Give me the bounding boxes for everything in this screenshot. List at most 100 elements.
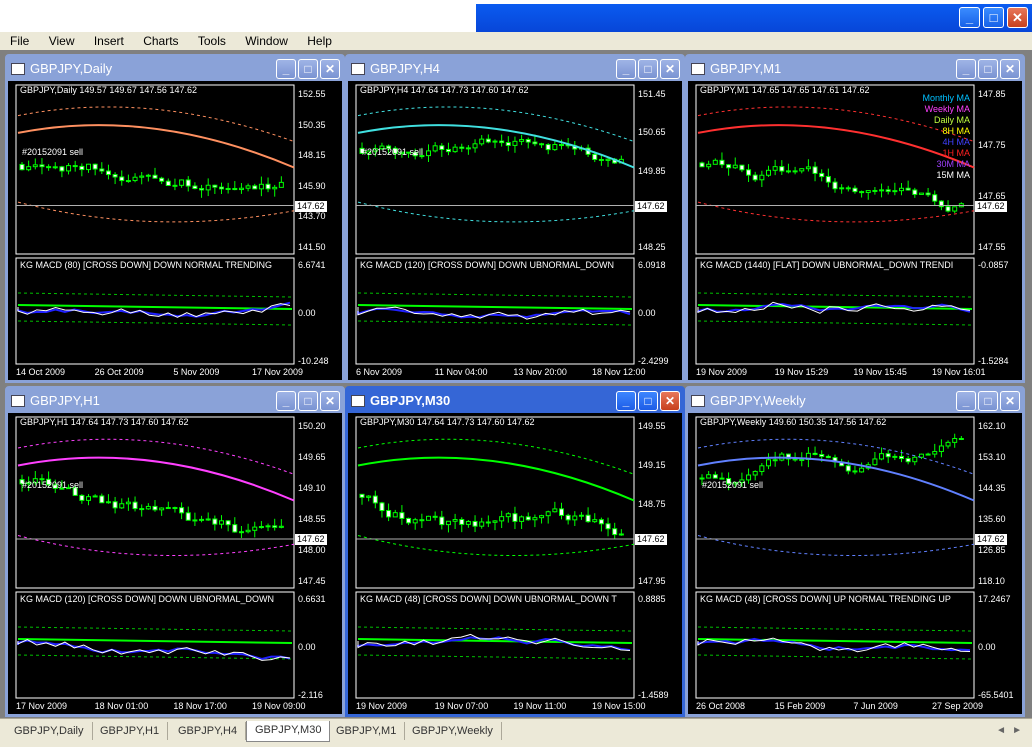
window-maximize-button[interactable]: □	[298, 59, 318, 79]
price-chart[interactable]: GBPJPY,H1 147.64 147.73 147.60 147.62 #20…	[8, 413, 342, 714]
window-titlebar[interactable]: GBPJPY,M1 _ □ ✕	[688, 57, 1022, 81]
app-titlebar	[476, 4, 1032, 32]
current-price-tag: 147.62	[975, 534, 1007, 545]
app-maximize-button[interactable]: □	[983, 7, 1004, 28]
current-price-tag: 147.62	[295, 200, 327, 212]
tab-h1[interactable]: GBPJPY,H1	[92, 722, 169, 740]
window-minimize-button[interactable]: _	[616, 391, 636, 411]
trade-label: #20152091 sell	[702, 480, 764, 490]
price-tick-label: 148.55	[298, 514, 326, 524]
window-close-button[interactable]: ✕	[320, 391, 340, 411]
date-tick-label: 19 Nov 2009	[356, 701, 408, 711]
window-minimize-button[interactable]: _	[276, 391, 296, 411]
price-tick-label: 144.35	[978, 483, 1006, 493]
date-tick-label: 18 Nov 01:00	[94, 701, 149, 711]
chart-header: GBPJPY,M30 147.64 147.73 147.60 147.62	[360, 417, 535, 427]
menu-insert[interactable]: Insert	[84, 32, 130, 49]
chart-window-daily[interactable]: GBPJPY,Daily _ □ ✕ GBPJPY,Daily 149.57 1…	[5, 54, 345, 383]
ma-legend-item: Weekly MA	[924, 104, 970, 114]
macd-tick-label: -65.5401	[978, 690, 1014, 700]
window-maximize-button[interactable]: □	[638, 59, 658, 79]
window-titlebar[interactable]: GBPJPY,H1 _ □ ✕	[8, 389, 342, 413]
date-tick-label: 19 Nov 11:00	[513, 701, 567, 711]
chart-window-h1[interactable]: GBPJPY,H1 _ □ ✕ GBPJPY,H1 147.64 147.73 …	[5, 386, 345, 717]
ma-legend-item: Daily MA	[933, 115, 970, 125]
app-close-button[interactable]: ✕	[1007, 7, 1028, 28]
chart-window-m30[interactable]: GBPJPY,M30 _ □ ✕ GBPJPY,M30 147.64 147.7…	[345, 386, 685, 717]
price-tick-label: 151.45	[638, 89, 666, 99]
macd-label: KG MACD (48) [CROSS DOWN] DOWN UBNORMAL_…	[360, 594, 617, 604]
window-title: GBPJPY,H4	[370, 61, 440, 76]
price-tick-label: 150.35	[298, 119, 326, 130]
date-tick-label: 15 Feb 2009	[774, 701, 826, 711]
price-chart[interactable]: GBPJPY,M1 147.65 147.65 147.61 147.62 KG …	[688, 81, 1022, 380]
chart-window-weekly[interactable]: GBPJPY,Weekly _ □ ✕ GBPJPY,Weekly 149.60…	[685, 386, 1025, 717]
window-minimize-button[interactable]: _	[956, 391, 976, 411]
window-minimize-button[interactable]: _	[956, 59, 976, 79]
tab-scroll-left-icon[interactable]: ◄	[996, 725, 1006, 736]
chart-window-h4[interactable]: GBPJPY,H4 _ □ ✕ GBPJPY,H4 147.64 147.73 …	[345, 54, 685, 383]
tab-m1[interactable]: GBPJPY,M1	[328, 722, 406, 740]
tab-daily[interactable]: GBPJPY,Daily	[6, 722, 93, 740]
current-price-tag: 147.62	[975, 200, 1007, 212]
menu-charts[interactable]: Charts	[133, 32, 184, 49]
macd-label: KG MACD (1440) [FLAT] DOWN UBNORMAL_DOWN…	[700, 260, 954, 270]
price-chart[interactable]: GBPJPY,H4 147.64 147.73 147.60 147.62 #20…	[348, 81, 682, 380]
price-chart[interactable]: GBPJPY,M30 147.64 147.73 147.60 147.62 KG…	[348, 413, 682, 714]
price-tick-label: 147.45	[298, 576, 326, 586]
window-close-button[interactable]: ✕	[660, 391, 680, 411]
window-close-button[interactable]: ✕	[1000, 391, 1020, 411]
date-tick-label: 18 Nov 17:00	[173, 701, 227, 711]
macd-tick-label: 17.2467	[978, 594, 1011, 604]
date-tick-label: 19 Nov 07:00	[434, 701, 489, 711]
price-tick-label: 162.10	[978, 421, 1006, 431]
window-close-button[interactable]: ✕	[320, 59, 340, 79]
window-maximize-button[interactable]: □	[978, 59, 998, 79]
macd-tick-label: 6.6741	[298, 260, 326, 270]
chart-window-m1[interactable]: GBPJPY,M1 _ □ ✕ GBPJPY,M1 147.65 147.65 …	[685, 54, 1025, 383]
price-tick-label: 153.10	[978, 452, 1006, 462]
macd-label: KG MACD (120) [CROSS DOWN] DOWN UBNORMAL…	[20, 594, 275, 604]
window-maximize-button[interactable]: □	[978, 391, 998, 411]
chart-canvas	[355, 416, 635, 699]
window-close-button[interactable]: ✕	[1000, 59, 1020, 79]
current-price-tag: 147.62	[635, 200, 667, 212]
price-chart[interactable]: GBPJPY,Weekly 149.60 150.35 147.56 147.6…	[688, 413, 1022, 714]
window-titlebar[interactable]: GBPJPY,M30 _ □ ✕	[348, 389, 682, 413]
menu-view[interactable]: View	[39, 32, 81, 49]
chart-window-icon	[691, 63, 705, 75]
date-tick-label: 18 Nov 12:00	[592, 367, 646, 377]
price-tick-label: 150.65	[638, 127, 666, 138]
menu-help[interactable]: Help	[297, 32, 338, 49]
window-titlebar[interactable]: GBPJPY,Weekly _ □ ✕	[688, 389, 1022, 413]
window-close-button[interactable]: ✕	[660, 59, 680, 79]
window-title: GBPJPY,M30	[370, 393, 451, 408]
menu-window[interactable]: Window	[235, 32, 294, 49]
price-chart[interactable]: GBPJPY,Daily 149.57 149.67 147.56 147.62…	[8, 81, 342, 380]
tab-m30[interactable]: GBPJPY,M30	[246, 721, 331, 742]
window-minimize-button[interactable]: _	[616, 59, 636, 79]
menu-tools[interactable]: Tools	[188, 32, 232, 49]
tab-scroll-right-icon[interactable]: ►	[1012, 725, 1022, 736]
date-tick-label: 5 Nov 2009	[173, 367, 220, 377]
window-maximize-button[interactable]: □	[298, 391, 318, 411]
tab-weekly[interactable]: GBPJPY,Weekly	[404, 722, 502, 740]
chart-canvas	[695, 416, 975, 699]
tab-h4[interactable]: GBPJPY,H4	[170, 722, 247, 740]
window-titlebar[interactable]: GBPJPY,H4 _ □ ✕	[348, 57, 682, 81]
window-maximize-button[interactable]: □	[638, 391, 658, 411]
window-title: GBPJPY,M1	[710, 61, 782, 76]
menu-file[interactable]: File	[0, 32, 35, 49]
macd-tick-label: 0.8885	[638, 594, 666, 604]
price-tick-label: 152.55	[298, 89, 326, 99]
chart-window-icon	[691, 395, 705, 407]
ma-legend-item: 15M MA	[936, 170, 970, 180]
date-tick-label: 14 Oct 2009	[16, 367, 66, 377]
price-tick-label: 148.75	[638, 498, 666, 509]
price-tick-label: 135.60	[978, 514, 1006, 524]
price-tick-label: 147.95	[638, 576, 666, 586]
window-minimize-button[interactable]: _	[276, 59, 296, 79]
app-minimize-button[interactable]: _	[959, 7, 980, 28]
chart-header: GBPJPY,H4 147.64 147.73 147.60 147.62	[360, 85, 529, 95]
window-titlebar[interactable]: GBPJPY,Daily _ □ ✕	[8, 57, 342, 81]
